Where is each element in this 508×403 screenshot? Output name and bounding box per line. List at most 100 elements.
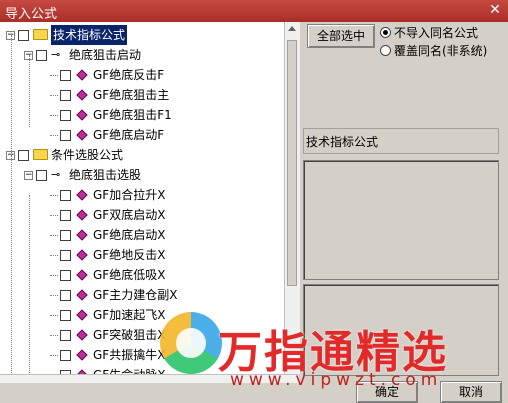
tree-row[interactable]: GF绝底狙击主 [0, 85, 284, 105]
radio-no-import-label: 不导入同名公式 [394, 26, 479, 40]
tree-connector [50, 95, 58, 96]
tree-connector [50, 135, 58, 136]
key-icon: ⊸ [51, 48, 61, 61]
tree-checkbox[interactable] [60, 270, 71, 281]
tree-checkbox[interactable] [36, 170, 47, 181]
watermark: 万指通精选 www.vipwzt.com [160, 312, 500, 392]
tree-checkbox[interactable] [60, 190, 71, 201]
tree-item-label: 绝底狙击选股 [69, 168, 142, 182]
tree-connector [50, 275, 58, 276]
type-info-label: 技术指标公式 [306, 135, 379, 149]
tree-row[interactable]: GF绝底启动X [0, 225, 284, 245]
formula-diamond-icon [76, 329, 88, 341]
tree-connector [50, 315, 58, 316]
tree-item-label: GF加合拉升X [93, 188, 166, 202]
tree-row[interactable]: GF绝底低吸X [0, 265, 284, 285]
radio-overwrite[interactable] [380, 45, 391, 56]
tree-checkbox[interactable] [60, 70, 71, 81]
tree-connector [50, 195, 58, 196]
tree-checkbox[interactable] [60, 110, 71, 121]
formula-diamond-icon [76, 269, 88, 281]
tree-item-label: 条件选股公式 [51, 148, 124, 162]
tree-row[interactable]: GF主力建仓副X [0, 285, 284, 305]
tree-item-label: GF共振擒牛X [93, 348, 166, 362]
tree-connector [50, 115, 58, 116]
formula-diamond-icon [76, 109, 88, 121]
tree-item-label: 绝底狙击启动 [69, 48, 142, 62]
tree-checkbox[interactable] [18, 150, 29, 161]
tree-row[interactable]: − 技术指标公式 [0, 25, 284, 45]
tree-checkbox[interactable] [60, 210, 71, 221]
tree-guide-line [11, 35, 12, 167]
tree-checkbox[interactable] [60, 330, 71, 341]
tree-item-label: GF加速起飞X [93, 308, 166, 322]
title-bar: 导入公式 ✕ [0, 0, 508, 22]
formula-diamond-icon [76, 229, 88, 241]
scroll-up-icon[interactable] [288, 26, 296, 31]
tree-item-label: GF绝底狙击主 [93, 88, 170, 102]
tree-connector [50, 335, 58, 336]
formula-diamond-icon [76, 189, 88, 201]
tree-checkbox[interactable] [60, 310, 71, 321]
tree-row[interactable]: − ⊸ 绝底狙击启动 [0, 45, 284, 65]
tree-item-label: GF绝底低吸X [93, 268, 166, 282]
tree-checkbox[interactable] [60, 250, 71, 261]
window-title: 导入公式 [5, 7, 58, 22]
tree-checkbox[interactable] [18, 30, 29, 41]
tree-connector [50, 255, 58, 256]
formula-diamond-icon [76, 209, 88, 221]
tree-checkbox[interactable] [60, 90, 71, 101]
watermark-logo-icon [160, 312, 222, 374]
tree-row[interactable]: GF绝底狙击F1 [0, 105, 284, 125]
scroll-thumb[interactable] [287, 40, 297, 286]
type-info-panel: 技术指标公式 [303, 128, 499, 154]
formula-diamond-icon [76, 289, 88, 301]
radio-no-import[interactable] [380, 27, 391, 38]
tree-guide-line [29, 195, 30, 374]
tree-checkbox[interactable] [60, 290, 71, 301]
tree-connector [50, 235, 58, 236]
formula-diamond-icon [76, 89, 88, 101]
formula-diamond-icon [76, 129, 88, 141]
key-icon: ⊸ [51, 168, 61, 181]
tree-item-label: GF绝地反击X [93, 248, 166, 262]
tree-row[interactable]: − ⊸ 绝底狙击选股 [0, 165, 284, 185]
folder-icon [33, 149, 48, 160]
tree-item-label: GF绝底启动F [93, 128, 165, 142]
tree-item-label: 技术指标公式 [51, 25, 128, 45]
formula-diamond-icon [76, 309, 88, 321]
tree-item-label: GF绝底反击F [93, 68, 165, 82]
formula-diamond-icon [76, 69, 88, 81]
tree-row[interactable]: GF双底启动X [0, 205, 284, 225]
tree-checkbox[interactable] [60, 130, 71, 141]
description-box [303, 160, 499, 280]
formula-diamond-icon [76, 249, 88, 261]
tree-item-label: GF双底启动X [93, 208, 166, 222]
tree-checkbox[interactable] [60, 350, 71, 361]
tree-connector [50, 295, 58, 296]
tree-item-label: GF绝底狙击F1 [93, 108, 172, 122]
radio-overwrite-label: 覆盖同名(非系统) [394, 44, 488, 58]
tree-connector [50, 215, 58, 216]
tree-row[interactable]: GF加合拉升X [0, 185, 284, 205]
tree-item-label: GF主力建仓副X [93, 288, 178, 302]
tree-item-label: GF突破狙击X [93, 328, 166, 342]
tree-checkbox[interactable] [36, 50, 47, 61]
select-all-button[interactable]: 全部选中 [307, 24, 375, 48]
tree-row[interactable]: GF绝地反击X [0, 245, 284, 265]
formula-diamond-icon [76, 349, 88, 361]
folder-icon [33, 29, 48, 40]
close-icon[interactable]: ✕ [486, 2, 504, 19]
tree-connector [50, 355, 58, 356]
tree-row[interactable]: − 条件选股公式 [0, 145, 284, 165]
tree-checkbox[interactable] [60, 230, 71, 241]
tree-connector [50, 75, 58, 76]
watermark-url: www.vipwzt.com [230, 370, 443, 390]
tree-row[interactable]: GF绝底反击F [0, 65, 284, 85]
tree-item-label: GF绝底启动X [93, 228, 166, 242]
tree-item-label: GF生命动脉X [93, 365, 165, 374]
tree-guide-line [29, 55, 30, 127]
tree-row[interactable]: GF绝底启动F [0, 125, 284, 145]
tree-guide-line [11, 155, 12, 374]
tree-expander-icon[interactable]: − [24, 171, 33, 180]
